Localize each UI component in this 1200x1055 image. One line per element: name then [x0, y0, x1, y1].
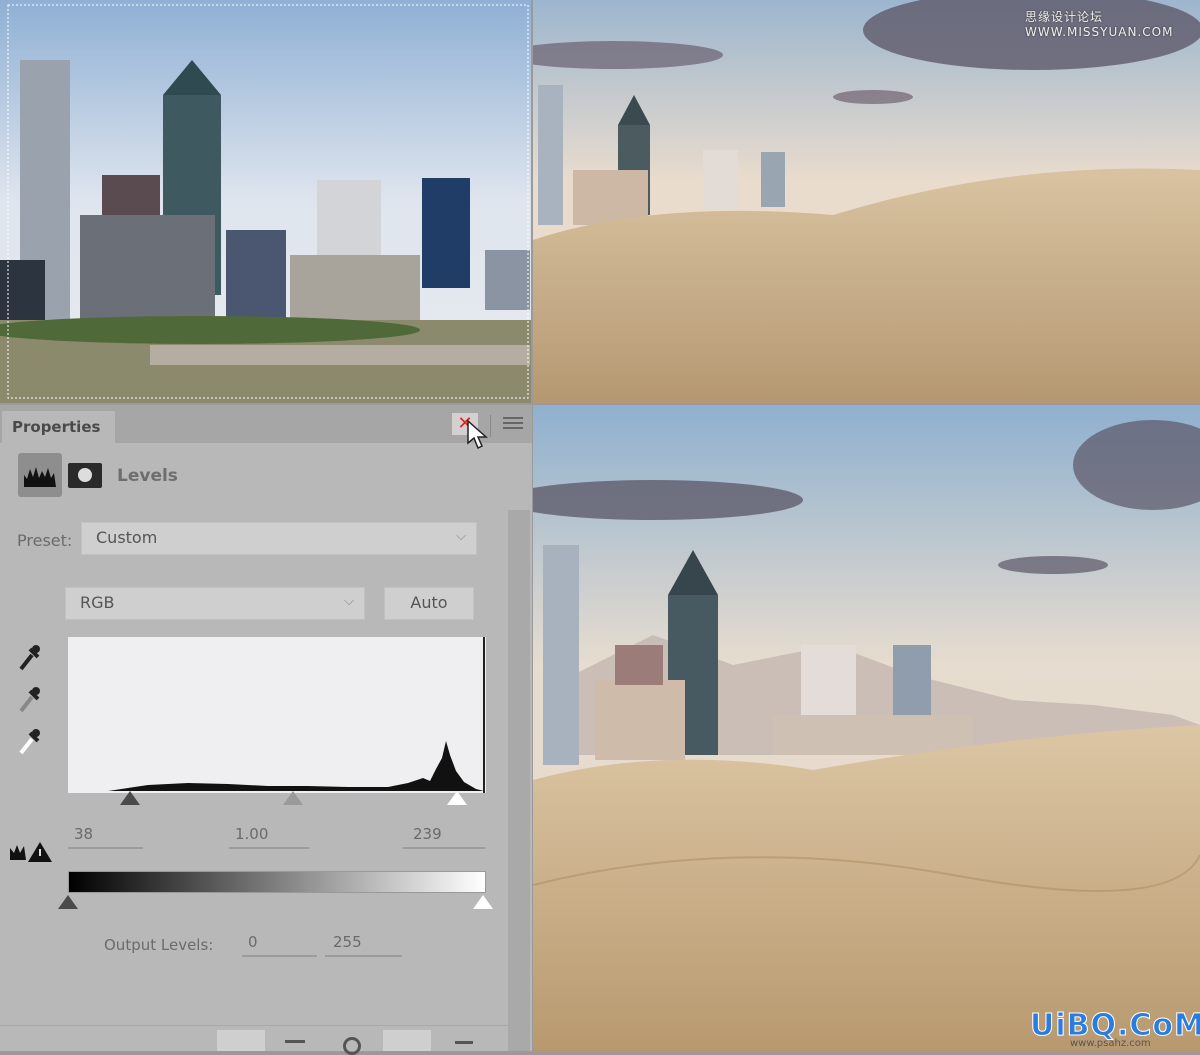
gray-point-eyedropper-icon[interactable] [18, 685, 40, 713]
view-previous-state-icon[interactable] [285, 1040, 305, 1051]
watermark-url: www.psahz.com [1070, 1038, 1151, 1049]
input-gamma-field[interactable]: 1.00 [229, 825, 309, 849]
mouse-cursor-icon [467, 419, 488, 450]
panel-menu-icon[interactable] [503, 417, 523, 433]
output-black-field[interactable]: 0 [242, 933, 317, 957]
trash-icon[interactable] [455, 1041, 473, 1051]
clip-to-layer-button[interactable] [217, 1030, 265, 1051]
black-point-eyedropper-icon[interactable] [18, 643, 40, 671]
desert-city-photo-result [503, 405, 1200, 1051]
output-levels-label: Output Levels: [104, 936, 214, 954]
desert-city-photo-top [503, 0, 1200, 403]
levels-histogram [68, 637, 486, 793]
scrollbar[interactable] [508, 510, 530, 1051]
clipping-warning-icon[interactable] [8, 840, 54, 864]
preset-label: Preset: [17, 531, 73, 550]
layer-mask-icon[interactable] [68, 463, 102, 488]
watermark-missyuan: 思缘设计论坛 WWW.MISSYUAN.COM [1025, 10, 1174, 39]
chevron-down-icon: ⌵ [344, 594, 354, 609]
input-gamma-slider[interactable] [283, 791, 303, 805]
visibility-button[interactable] [383, 1030, 431, 1051]
output-white-field[interactable]: 255 [325, 933, 402, 957]
tab-properties[interactable]: Properties [2, 411, 115, 443]
reset-icon[interactable] [343, 1037, 361, 1055]
properties-panel: Properties ✕ Levels Preset: Custom ⌵ RGB… [0, 405, 532, 1055]
auto-button[interactable]: Auto [384, 587, 474, 620]
chevron-down-icon: ⌵ [456, 529, 466, 544]
channel-dropdown[interactable]: RGB ⌵ [65, 587, 365, 620]
output-white-slider[interactable] [473, 895, 493, 909]
output-gradient-bar [68, 871, 486, 893]
white-point-eyedropper-icon[interactable] [18, 727, 40, 755]
levels-histogram-icon[interactable] [18, 453, 62, 497]
preset-value: Custom [96, 528, 158, 547]
city-skyline-photo [0, 0, 531, 403]
preset-dropdown[interactable]: Custom ⌵ [81, 522, 477, 555]
input-black-slider[interactable] [120, 791, 140, 805]
input-black-field[interactable]: 38 [68, 825, 143, 849]
input-white-field[interactable]: 239 [403, 825, 485, 849]
channel-value: RGB [80, 593, 115, 612]
output-black-slider[interactable] [58, 895, 78, 909]
adjustment-title: Levels [117, 466, 178, 486]
input-white-slider[interactable] [447, 791, 467, 805]
